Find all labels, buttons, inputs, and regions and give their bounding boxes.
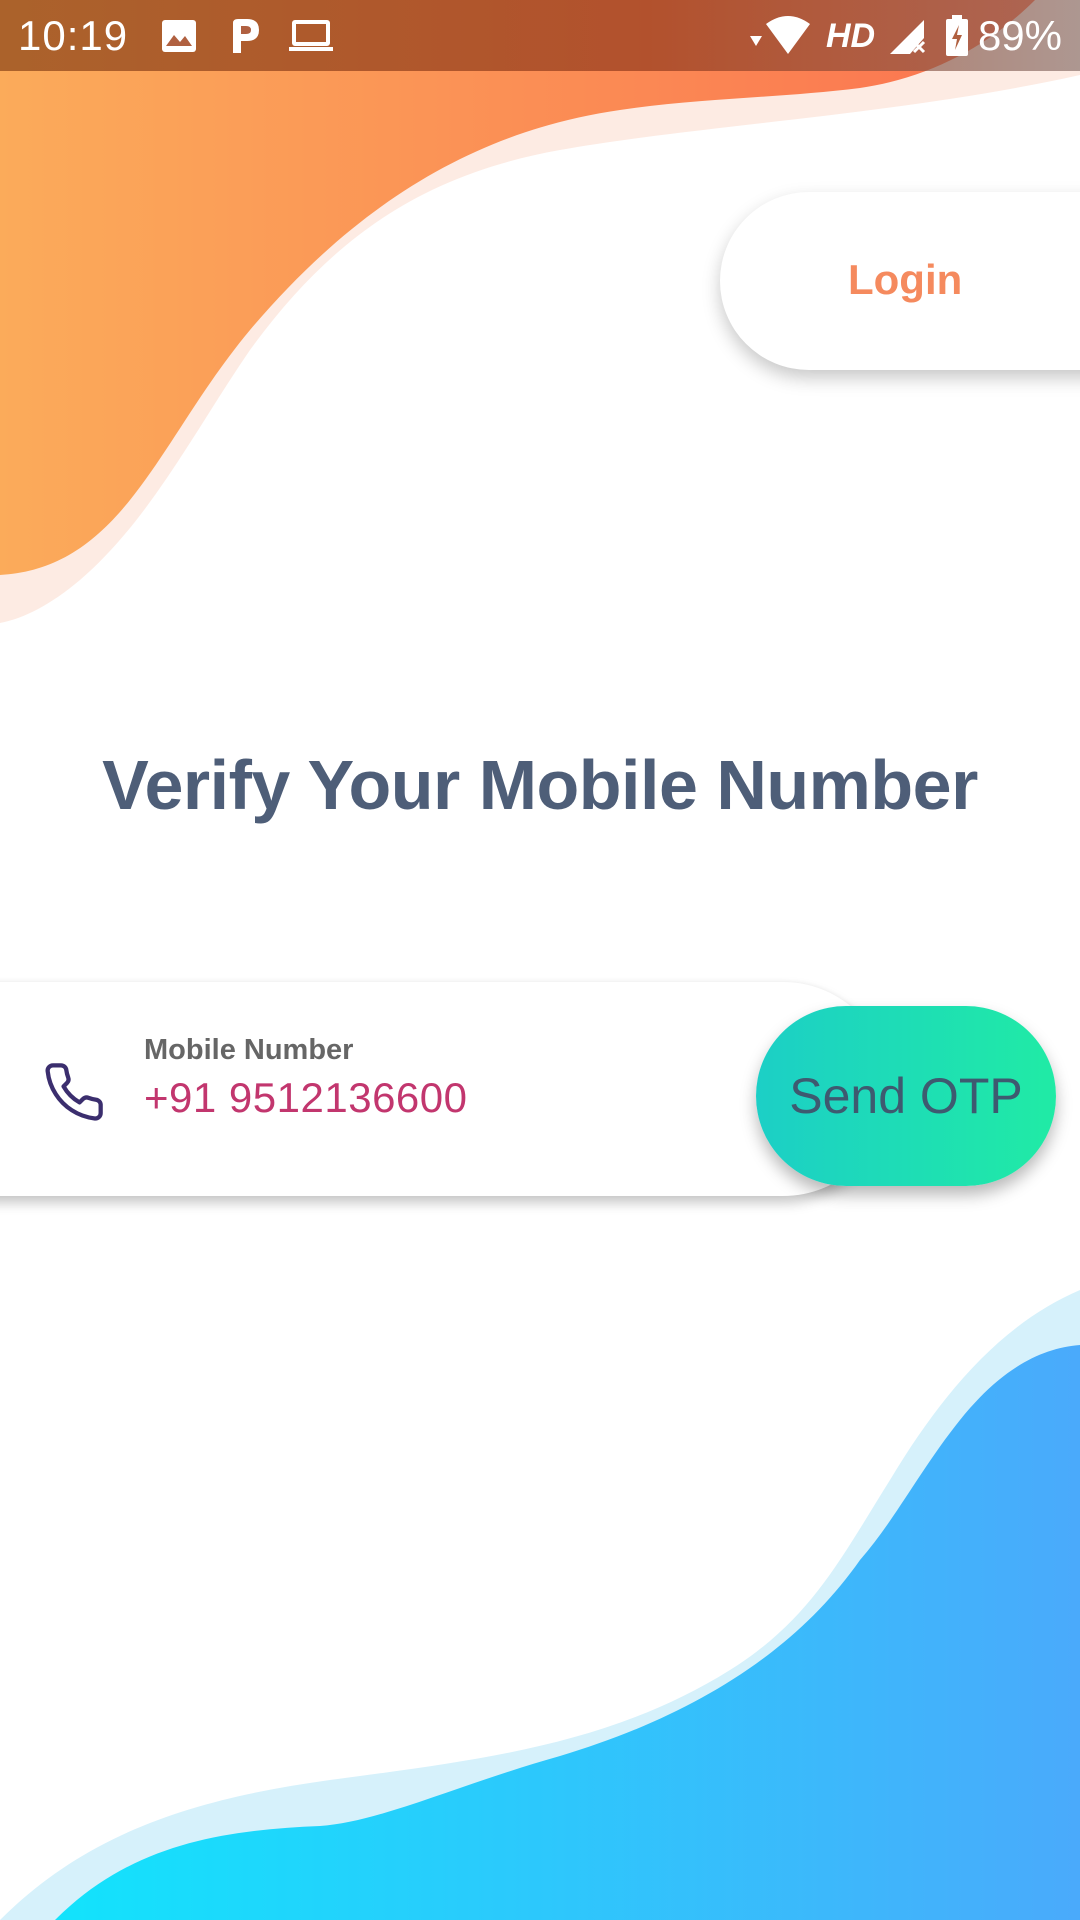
laptop-icon [288, 14, 334, 58]
login-label: Login [848, 256, 963, 303]
image-icon [160, 14, 198, 58]
status-time: 10:19 [18, 12, 129, 59]
mobile-number-input[interactable] [144, 1072, 704, 1124]
send-otp-button[interactable]: Send OTP [756, 1006, 1056, 1186]
status-bar: 10:19 HD 89% [0, 0, 1080, 71]
battery-percent: 89% [977, 12, 1062, 59]
p-icon [228, 14, 262, 58]
send-otp-label: Send OTP [789, 1068, 1023, 1124]
battery-charging-icon [944, 14, 970, 58]
mobile-number-label: Mobile Number [144, 1034, 354, 1066]
wifi-icon [748, 14, 812, 58]
signal-off-icon [888, 14, 928, 58]
phone-icon [42, 1060, 106, 1124]
network-type: HD [826, 17, 876, 55]
login-button[interactable]: Login [720, 192, 1080, 370]
page-title: Verify Your Mobile Number [102, 746, 978, 824]
